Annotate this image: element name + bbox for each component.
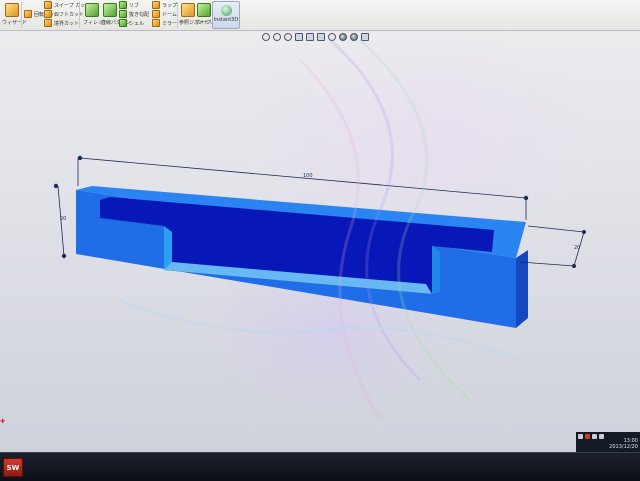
tray-volume-icon[interactable] — [599, 434, 604, 439]
system-tray: 13:00 2013/12/20 — [576, 432, 640, 452]
dimension-handle[interactable] — [582, 229, 587, 234]
taskbar-clock[interactable]: 13:00 2013/12/20 — [606, 438, 638, 450]
end-face[interactable] — [516, 250, 528, 328]
tray-flag-icon[interactable] — [578, 434, 583, 439]
length-dimension-value[interactable]: 100 — [303, 173, 313, 179]
dimension-handle[interactable] — [61, 253, 67, 259]
dimension-handle[interactable] — [77, 155, 83, 161]
tray-network-icon[interactable] — [592, 434, 597, 439]
width-dimension-value[interactable]: 20 — [574, 245, 580, 251]
tray-icons — [578, 434, 604, 439]
height-dimension-value[interactable]: 20 — [60, 216, 66, 222]
solidworks-window: ウィザード 回転カット スイープ カット ロフトカット 境界カット フィレット … — [0, 0, 640, 452]
windows-taskbar: SW — [0, 452, 640, 481]
solidworks-taskbar-button[interactable]: SW — [3, 458, 23, 477]
dimension-handle[interactable] — [572, 263, 577, 268]
slot-right-wall[interactable] — [432, 246, 440, 294]
origin-marker-icon: ✚ — [0, 418, 6, 425]
tray-antivirus-icon[interactable] — [585, 434, 590, 439]
extension-line — [519, 261, 575, 267]
clock-date: 2013/12/20 — [609, 444, 638, 450]
slotted-bar-part[interactable] — [76, 186, 528, 328]
extension-line — [527, 225, 585, 233]
dimension-handle[interactable] — [53, 183, 59, 189]
dimension-handle[interactable] — [523, 195, 529, 201]
solidworks-icon: SW — [6, 463, 20, 472]
part-graphics-area[interactable]: 100 20 20 — [0, 0, 640, 452]
